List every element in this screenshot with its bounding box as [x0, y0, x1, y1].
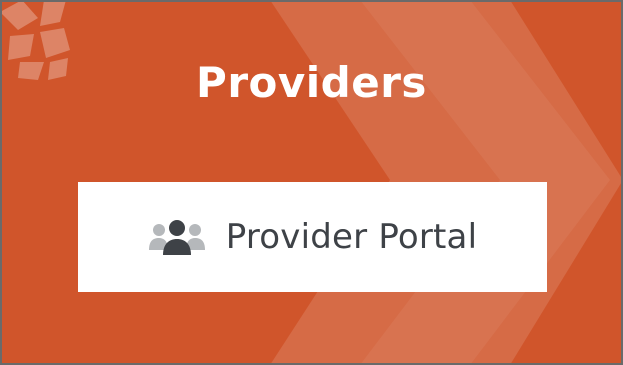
card-title: Providers	[196, 58, 427, 107]
provider-portal-label: Provider Portal	[225, 217, 478, 257]
users-group-icon	[148, 220, 205, 255]
provider-portal-button[interactable]: Provider Portal	[78, 182, 547, 292]
providers-card: Providers Provider Portal	[0, 0, 623, 365]
